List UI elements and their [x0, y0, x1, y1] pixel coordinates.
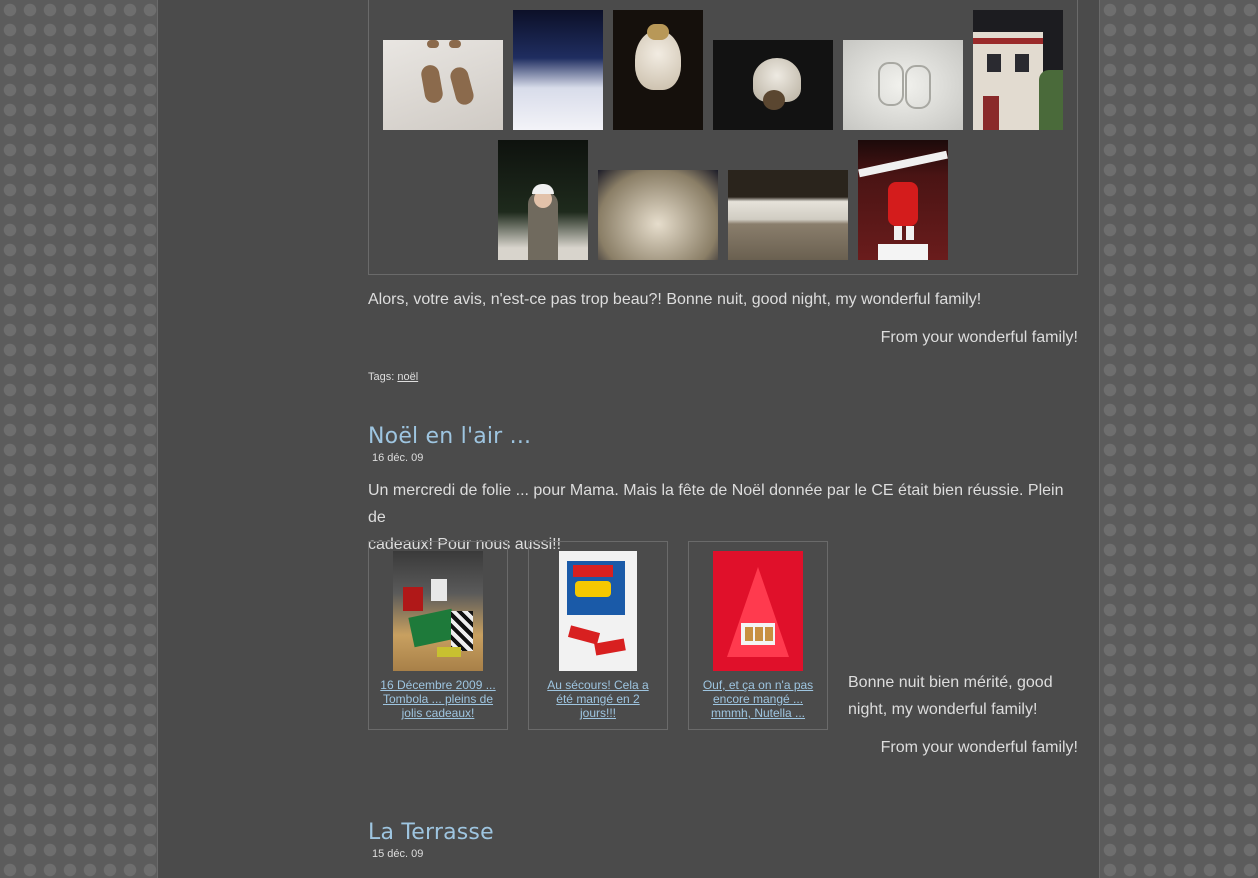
card-photo[interactable]: [713, 551, 803, 671]
gallery-photo-3[interactable]: [613, 10, 703, 130]
photo-caption: Au sécours! Cela a été mangé en 2 jours!…: [535, 678, 661, 720]
post-title[interactable]: La Terrasse: [368, 820, 494, 845]
photo-card: 16 Décembre 2009 ... Tombola ... pleins …: [368, 541, 508, 730]
photo-caption-link[interactable]: Au sécours! Cela a été mangé en 2 jours!…: [547, 678, 648, 720]
tags-line: Tags: noël: [368, 371, 418, 383]
gallery-photo-7[interactable]: [498, 140, 588, 260]
post-signature: From your wonderful family!: [880, 739, 1078, 756]
caption-line: jolis cadeaux!: [401, 706, 475, 720]
gallery-photo-10[interactable]: [858, 140, 948, 260]
post-closing-line: Bonne nuit bien mérité, good: [848, 674, 1053, 691]
photo-caption: 16 Décembre 2009 ... Tombola ... pleins …: [375, 678, 501, 720]
post-paragraph: Alors, votre avis, n'est-ce pas trop bea…: [368, 291, 982, 308]
post-paragraph-line: Un mercredi de folie ... pour Mama. Mais…: [368, 482, 1064, 526]
caption-line: Au sécours! Cela a: [547, 678, 649, 692]
gallery-photo-9[interactable]: [728, 170, 848, 260]
gallery-photo-2[interactable]: [513, 10, 603, 130]
post-title[interactable]: Noël en l'air ...: [368, 424, 531, 449]
caption-line: encore mangé ...: [712, 692, 804, 706]
photo-caption-link[interactable]: Ouf, et ça on n'a pas encore mangé ... m…: [703, 678, 813, 720]
caption-line: jours!!!: [579, 706, 616, 720]
caption-line: été mangé en 2: [556, 692, 640, 706]
photo-caption: Ouf, et ça on n'a pas encore mangé ... m…: [695, 678, 821, 720]
gallery-photo-8[interactable]: [598, 170, 718, 260]
caption-line: Ouf, et ça on n'a pas: [702, 678, 814, 692]
photo-card: Ouf, et ça on n'a pas encore mangé ... m…: [688, 541, 828, 730]
tag-link-noel[interactable]: noël: [397, 371, 418, 383]
caption-line: Tombola ... pleins de: [382, 692, 494, 706]
post-date: 15 déc. 09: [372, 848, 424, 860]
photo-caption-link[interactable]: 16 Décembre 2009 ... Tombola ... pleins …: [380, 678, 495, 720]
post-closing: Bonne nuit bien mérité, good night, my w…: [848, 669, 1080, 723]
caption-line: mmmh, Nutella ...: [710, 706, 806, 720]
card-photo[interactable]: [559, 551, 637, 671]
post-signature: From your wonderful family!: [880, 329, 1078, 346]
gallery-photo-5[interactable]: [843, 40, 963, 130]
post-closing-line: night, my wonderful family!: [848, 701, 1038, 718]
photo-card: Au sécours! Cela a été mangé en 2 jours!…: [528, 541, 668, 730]
card-photo[interactable]: [393, 551, 483, 671]
post-date: 16 déc. 09: [372, 452, 424, 464]
tags-label: Tags:: [368, 371, 395, 383]
gallery-photo-4[interactable]: [713, 40, 833, 130]
caption-line: 16 Décembre 2009 ...: [380, 678, 496, 692]
gallery-photo-1[interactable]: [383, 40, 503, 130]
gallery-photo-6[interactable]: [973, 10, 1063, 130]
